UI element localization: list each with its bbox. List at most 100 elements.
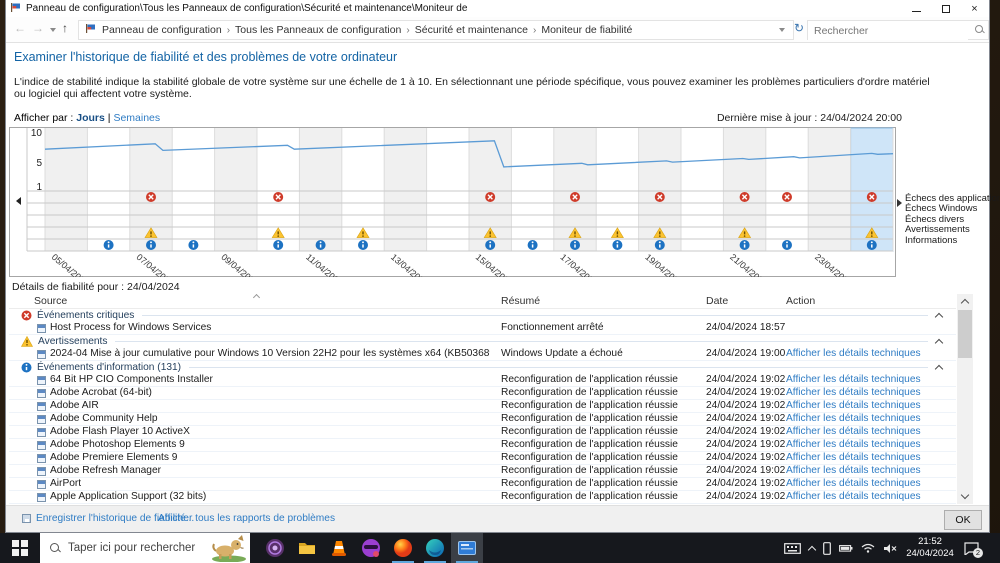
view-all-reports-link[interactable]: Afficher tous les rapports de problèmes xyxy=(158,513,335,524)
event-row[interactable]: Adobe Community Help Reconfiguration de … xyxy=(9,413,956,426)
technical-details-link[interactable]: Afficher les détails techniques xyxy=(786,491,921,502)
reliability-monitor-taskbar-icon[interactable] xyxy=(451,533,483,563)
search-box[interactable] xyxy=(807,20,989,40)
collapse-chevron-icon[interactable] xyxy=(934,338,944,348)
event-row[interactable]: Adobe Premiere Elements 9 Reconfiguratio… xyxy=(9,452,956,465)
day-column[interactable] xyxy=(808,128,850,251)
phone-icon[interactable] xyxy=(823,541,831,555)
start-button[interactable] xyxy=(0,533,40,563)
touch-keyboard-icon[interactable] xyxy=(784,542,801,554)
scrollbar-down-arrow[interactable] xyxy=(957,489,973,504)
forward-button[interactable]: → xyxy=(32,21,44,35)
address-dropdown-caret[interactable] xyxy=(779,28,785,32)
day-column[interactable] xyxy=(384,128,426,251)
technical-details-link[interactable]: Afficher les détails techniques xyxy=(786,439,921,450)
event-row[interactable]: Adobe Refresh Manager Reconfiguration de… xyxy=(9,465,956,478)
scrollbar-thumb[interactable] xyxy=(958,310,972,358)
minimize-button[interactable] xyxy=(902,0,931,17)
volume-muted-icon[interactable] xyxy=(883,543,897,554)
column-source[interactable]: Source xyxy=(34,295,67,307)
day-column[interactable] xyxy=(766,128,808,251)
recent-pages-caret[interactable] xyxy=(50,28,56,32)
technical-details-link[interactable]: Afficher les détails techniques xyxy=(786,426,921,437)
battery-icon[interactable] xyxy=(839,544,853,552)
view-days-selected[interactable]: Jours xyxy=(76,112,105,124)
technical-details-link[interactable]: Afficher les détails techniques xyxy=(786,400,921,411)
purple-emoji-app-icon[interactable] xyxy=(355,533,387,563)
breadcrumb-item[interactable]: Sécurité et maintenance xyxy=(415,24,528,36)
event-group-row[interactable]: Événements critiques xyxy=(9,309,956,322)
technical-details-link[interactable]: Afficher les détails techniques xyxy=(786,478,921,489)
day-column[interactable] xyxy=(130,128,172,251)
day-column[interactable] xyxy=(215,128,257,251)
breadcrumb-item[interactable]: Panneau de configuration xyxy=(102,24,222,36)
day-column[interactable] xyxy=(87,128,129,251)
event-group-row[interactable]: Avertissements xyxy=(9,335,956,348)
day-column[interactable] xyxy=(342,128,384,251)
event-row[interactable]: Adobe Photoshop Elements 9 Reconfigurati… xyxy=(9,439,956,452)
file-explorer-icon[interactable] xyxy=(291,533,323,563)
maximize-button[interactable] xyxy=(931,0,960,17)
edge-icon[interactable] xyxy=(419,533,451,563)
tor-browser-icon[interactable] xyxy=(259,533,291,563)
event-row[interactable]: AirPort Reconfiguration de l'application… xyxy=(9,478,956,491)
wifi-icon[interactable] xyxy=(861,543,875,553)
y-axis-label: 1 xyxy=(36,182,42,193)
firefox-icon[interactable] xyxy=(387,533,419,563)
event-row[interactable]: Adobe Flash Player 10 ActiveX Reconfigur… xyxy=(9,426,956,439)
technical-details-link[interactable]: Afficher les détails techniques xyxy=(786,387,921,398)
day-column[interactable] xyxy=(427,128,469,251)
event-row[interactable]: Host Process for Windows Services Foncti… xyxy=(9,322,956,335)
back-button[interactable]: ← xyxy=(14,21,26,35)
event-row[interactable]: 2024-04 Mise à jour cumulative pour Wind… xyxy=(9,348,956,361)
technical-details-link[interactable]: Afficher les détails techniques xyxy=(786,374,921,385)
day-column[interactable] xyxy=(681,128,723,251)
event-row[interactable]: Apple Application Support (32 bits) Reco… xyxy=(9,491,956,504)
scrollbar-up-arrow[interactable] xyxy=(957,294,973,309)
column-summary[interactable]: Résumé xyxy=(501,295,540,307)
taskbar-search[interactable]: Taper ici pour rechercher xyxy=(40,533,250,563)
technical-details-link[interactable]: Afficher les détails techniques xyxy=(786,413,921,424)
technical-details-link[interactable]: Afficher les détails techniques xyxy=(786,452,921,463)
stability-chart[interactable]: 10 5 1 05/04/2024 07/04/2024 09/04/2024 11/04/… xyxy=(9,127,896,288)
refresh-icon[interactable]: ↻ xyxy=(794,21,804,35)
day-column[interactable] xyxy=(554,128,596,251)
day-column[interactable] xyxy=(723,128,765,251)
view-weeks-link[interactable]: Semaines xyxy=(113,112,160,124)
day-column[interactable] xyxy=(596,128,638,251)
search-input[interactable] xyxy=(808,22,968,40)
day-column[interactable] xyxy=(45,128,87,251)
day-column[interactable] xyxy=(257,128,299,251)
search-highlight-dog-image[interactable] xyxy=(208,534,250,563)
event-row[interactable]: Adobe AIR Reconfiguration de l'applicati… xyxy=(9,400,956,413)
day-column[interactable] xyxy=(172,128,214,251)
day-column[interactable] xyxy=(639,128,681,251)
ok-button[interactable]: OK xyxy=(944,510,982,530)
day-column[interactable] xyxy=(299,128,341,251)
technical-details-link[interactable]: Afficher les détails techniques xyxy=(786,348,921,359)
up-button[interactable]: ↑ xyxy=(62,21,68,35)
column-action[interactable]: Action xyxy=(786,295,815,307)
breadcrumb-item[interactable]: Tous les Panneaux de configuration xyxy=(235,24,401,36)
taskbar-clock[interactable]: 21:52 24/04/2024 xyxy=(905,536,955,560)
day-column[interactable] xyxy=(469,128,511,251)
column-date[interactable]: Date xyxy=(706,295,728,307)
event-row[interactable]: 64 Bit HP CIO Components Installer Recon… xyxy=(9,374,956,387)
day-column[interactable] xyxy=(851,128,893,251)
breadcrumb-item[interactable]: Moniteur de fiabilité xyxy=(541,24,632,36)
scroll-right-arrow[interactable] xyxy=(897,199,902,207)
day-column[interactable] xyxy=(511,128,553,251)
hidden-icons-chevron[interactable] xyxy=(807,544,817,554)
address-bar[interactable]: Panneau de configuration › Tous les Pannea… xyxy=(78,20,794,40)
chart-svg[interactable]: 105105/04/2024 07/04/2024 09/04/2024 11/04/… xyxy=(9,127,896,288)
action-center[interactable]: 2 xyxy=(960,533,983,563)
collapse-chevron-icon[interactable] xyxy=(934,364,944,374)
event-group-row[interactable]: Événements d'information (131) xyxy=(9,361,956,374)
close-button[interactable]: × xyxy=(960,0,989,17)
technical-details-link[interactable]: Afficher les détails techniques xyxy=(786,465,921,476)
collapse-chevron-icon[interactable] xyxy=(934,312,944,322)
event-row[interactable]: Adobe Acrobat (64-bit) Reconfiguration d… xyxy=(9,387,956,400)
action-center-icon[interactable]: 2 xyxy=(964,541,983,558)
table-scrollbar[interactable] xyxy=(957,294,973,504)
vlc-icon[interactable] xyxy=(323,533,355,563)
